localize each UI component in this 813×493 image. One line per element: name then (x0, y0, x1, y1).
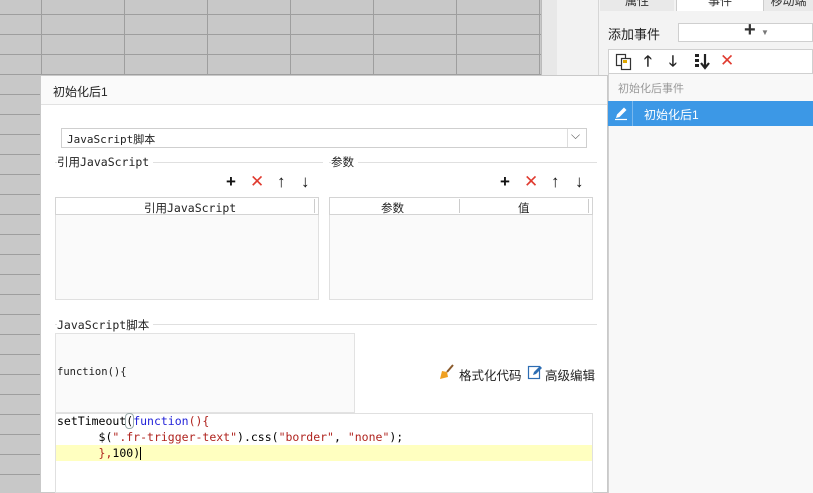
dialog-title: 初始化后1 (53, 85, 108, 99)
column-divider (314, 199, 315, 213)
ref-js-list[interactable] (55, 215, 319, 300)
section-divider (329, 162, 597, 163)
arrow-down-icon[interactable]: ↓ (301, 173, 310, 190)
event-group-label: 初始化后事件 (618, 83, 684, 95)
column-divider (588, 199, 589, 213)
add-icon[interactable]: + (500, 173, 510, 190)
params-section-title: 参数 (331, 154, 358, 170)
code-token: (){ (188, 414, 210, 428)
code-line[interactable]: setTimeout(function(){ (57, 413, 209, 429)
code-token: $( (98, 430, 113, 444)
function-header-text: function(){ (57, 366, 127, 378)
arrow-up-icon[interactable]: ↑ (551, 173, 560, 190)
arrow-down-icon[interactable]: 🡓 (669, 54, 677, 69)
event-item-divider (632, 101, 633, 126)
tab-properties[interactable]: 属性 (600, 0, 674, 11)
code-token: ).css( (237, 430, 279, 444)
script-type-value: JavaScript脚本 (67, 133, 156, 146)
code-string: "none" (347, 430, 390, 444)
code-number: 100 (112, 446, 134, 460)
move-to-bottom-icon[interactable] (694, 53, 712, 71)
caret-down-icon[interactable]: ▼ (761, 28, 769, 37)
event-list-item[interactable] (608, 101, 813, 126)
add-icon[interactable]: + (226, 173, 236, 190)
code-token: ); (389, 430, 404, 444)
delete-icon[interactable]: ✕ (250, 173, 264, 190)
arrow-up-icon[interactable]: ↑ (277, 173, 286, 190)
plus-icon[interactable]: + (744, 19, 756, 42)
edit-pencil-icon[interactable] (613, 105, 629, 121)
broom-icon[interactable] (439, 364, 455, 380)
dialog-title-bar (41, 76, 607, 105)
delete-icon[interactable]: ✕ (720, 52, 734, 69)
arrow-up-icon[interactable]: 🡑 (644, 54, 652, 69)
code-line[interactable]: $(".fr-trigger-text").css("border", "non… (57, 429, 404, 445)
event-list (608, 74, 813, 493)
code-string: "border" (278, 430, 334, 444)
advanced-edit-icon[interactable] (527, 364, 543, 380)
text-cursor (140, 447, 142, 460)
code-token: , (333, 430, 348, 444)
format-code-button[interactable]: 格式化代码 (459, 365, 522, 384)
param-value-column-header: 值 (518, 201, 530, 215)
arrow-down-icon[interactable]: ↓ (575, 173, 584, 190)
code-line[interactable]: },100) (57, 445, 142, 461)
copy-icon[interactable] (615, 53, 633, 71)
advanced-edit-button[interactable]: 高级编辑 (545, 365, 595, 384)
params-table-header (329, 197, 593, 215)
code-keyword: function (133, 414, 189, 428)
tab-events[interactable]: 事件 (676, 0, 764, 11)
params-list[interactable] (329, 215, 593, 300)
ref-js-column-header: 引用JavaScript (144, 201, 237, 215)
column-divider (459, 199, 460, 213)
param-name-column-header: 参数 (381, 201, 404, 215)
chevron-down-icon[interactable]: ⌵ (571, 128, 580, 143)
code-string: ".fr-trigger-text" (112, 430, 238, 444)
ref-js-section-title: 引用JavaScript (57, 154, 154, 170)
event-item-label: 初始化后1 (644, 108, 699, 122)
add-event-label: 添加事件 (608, 27, 661, 42)
code-token: }, (98, 446, 113, 460)
delete-icon[interactable]: ✕ (524, 173, 538, 190)
script-section-title: JavaScript脚本 (57, 317, 154, 333)
tab-mobile[interactable]: 移动端 (764, 0, 813, 11)
code-token: setTimeout (57, 414, 127, 428)
code-token: ) (133, 446, 141, 460)
